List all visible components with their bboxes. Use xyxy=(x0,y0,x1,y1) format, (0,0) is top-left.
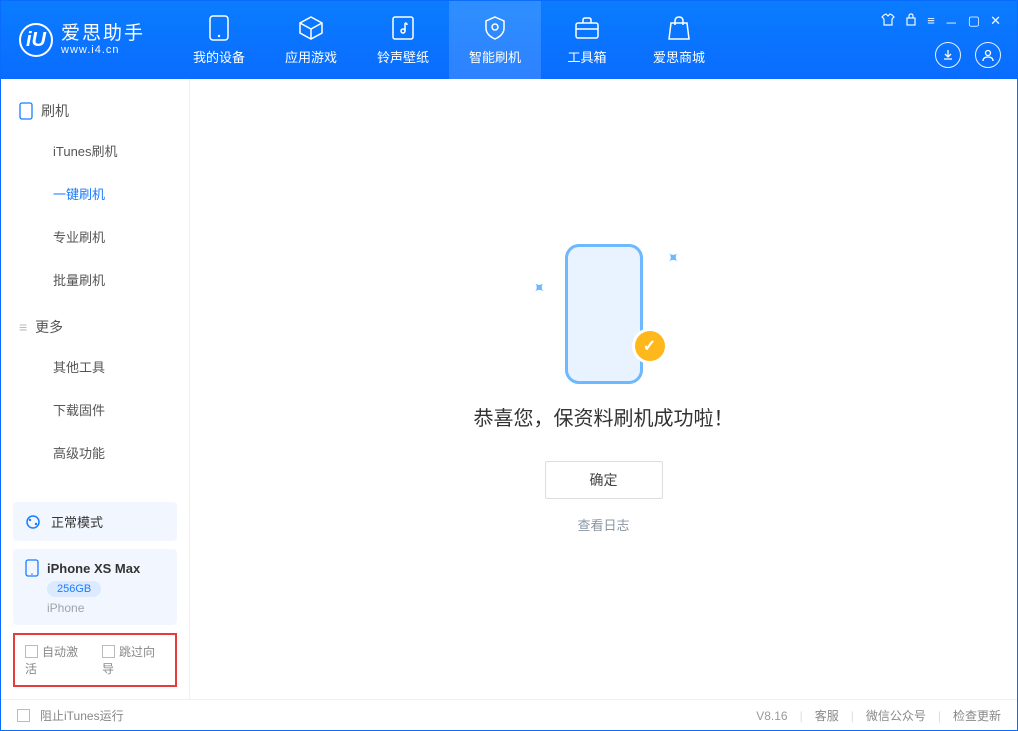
footer-link-update[interactable]: 检查更新 xyxy=(953,707,1001,724)
success-message: 恭喜您，保资料刷机成功啦！ xyxy=(474,402,734,431)
close-button[interactable]: ✕ xyxy=(990,13,1001,32)
block-itunes-checkbox[interactable]: 阻止iTunes运行 xyxy=(17,707,124,724)
highlighted-checks-row: 自动激活 跳过向导 xyxy=(13,633,177,687)
tab-toolbox[interactable]: 工具箱 xyxy=(541,1,633,79)
phone-icon xyxy=(206,15,232,41)
version-label: V8.16 xyxy=(756,709,787,723)
user-icon[interactable] xyxy=(975,42,1001,68)
tab-label: 爱思商城 xyxy=(653,47,705,66)
app-subtitle: www.i4.cn xyxy=(61,44,145,56)
footer-link-support[interactable]: 客服 xyxy=(815,707,839,724)
footer-right: V8.16 | 客服 | 微信公众号 | 检查更新 xyxy=(756,707,1001,724)
ok-button[interactable]: 确定 xyxy=(545,461,663,499)
mode-label: 正常模式 xyxy=(51,512,103,531)
briefcase-icon xyxy=(574,15,600,41)
group-title: 刷机 xyxy=(41,101,69,121)
header-action-icons xyxy=(935,42,1001,68)
sidebar-item-oneclick-flash[interactable]: 一键刷机 xyxy=(1,172,189,215)
bag-icon xyxy=(666,15,692,41)
tab-label: 应用游戏 xyxy=(285,47,337,66)
tab-smart-flash[interactable]: 智能刷机 xyxy=(449,1,541,79)
app-header: iU 爱思助手 www.i4.cn 我的设备 应用游戏 铃声壁纸 智能刷机 工具… xyxy=(1,1,1017,79)
titlebar-controls: ≡ － ▢ ✕ xyxy=(881,13,1001,32)
list-icon: ≡ xyxy=(19,319,27,335)
cube-icon xyxy=(298,15,324,41)
nav-tabs: 我的设备 应用游戏 铃声壁纸 智能刷机 工具箱 爱思商城 xyxy=(173,1,725,79)
app-title: 爱思助手 xyxy=(61,24,145,45)
logo-area: iU 爱思助手 www.i4.cn xyxy=(1,23,163,57)
header-right: ≡ － ▢ ✕ xyxy=(881,1,1017,79)
sidebar-item-other-tools[interactable]: 其他工具 xyxy=(1,345,189,388)
sparkle-icon: ✦ xyxy=(526,276,550,300)
group-title: 更多 xyxy=(35,317,63,337)
logo-text: 爱思助手 www.i4.cn xyxy=(61,24,145,57)
checkbox-icon xyxy=(25,645,38,658)
checkbox-icon xyxy=(17,709,30,722)
lock-icon[interactable] xyxy=(905,13,917,32)
main-content: ✦ ✦ ✓ 恭喜您，保资料刷机成功啦！ 确定 查看日志 xyxy=(190,79,1017,699)
view-log-link[interactable]: 查看日志 xyxy=(577,515,629,534)
tshirt-icon[interactable] xyxy=(881,13,895,32)
tab-label: 智能刷机 xyxy=(469,47,521,66)
sidebar-group-flash: 刷机 xyxy=(1,93,189,129)
device-name: iPhone XS Max xyxy=(47,561,140,576)
tab-label: 我的设备 xyxy=(193,47,245,66)
footer: 阻止iTunes运行 V8.16 | 客服 | 微信公众号 | 检查更新 xyxy=(1,699,1017,731)
tab-label: 工具箱 xyxy=(568,47,607,66)
tab-label: 铃声壁纸 xyxy=(377,47,429,66)
body-wrap: 刷机 iTunes刷机 一键刷机 专业刷机 批量刷机 ≡ 更多 其他工具 下载固… xyxy=(1,79,1017,699)
download-icon[interactable] xyxy=(935,42,961,68)
maximize-button[interactable]: ▢ xyxy=(968,13,980,32)
tab-store[interactable]: 爱思商城 xyxy=(633,1,725,79)
capacity-badge: 256GB xyxy=(47,581,101,597)
skip-wizard-checkbox[interactable]: 跳过向导 xyxy=(102,643,165,677)
music-note-icon xyxy=(390,15,416,41)
checkmark-badge-icon: ✓ xyxy=(632,328,668,364)
device-mode-row[interactable]: 正常模式 xyxy=(13,502,177,541)
shield-gear-icon xyxy=(482,15,508,41)
tab-apps-games[interactable]: 应用游戏 xyxy=(265,1,357,79)
checkbox-icon xyxy=(102,645,115,658)
device-type: iPhone xyxy=(25,601,84,615)
success-illustration: ✦ ✦ ✓ xyxy=(534,244,674,384)
sidebar-group-more: ≡ 更多 xyxy=(1,309,189,345)
sidebar-item-download-firmware[interactable]: 下载固件 xyxy=(1,388,189,431)
sidebar-item-advanced[interactable]: 高级功能 xyxy=(1,431,189,474)
sidebar-item-itunes-flash[interactable]: iTunes刷机 xyxy=(1,129,189,172)
minimize-button[interactable]: － xyxy=(945,13,958,32)
device-info-row[interactable]: iPhone XS Max 256GB iPhone xyxy=(13,549,177,625)
menu-icon[interactable]: ≡ xyxy=(927,13,935,32)
phone-outline-icon xyxy=(25,559,39,577)
phone-illustration-icon xyxy=(565,244,643,384)
tab-ringtones-wallpapers[interactable]: 铃声壁纸 xyxy=(357,1,449,79)
footer-link-wechat[interactable]: 微信公众号 xyxy=(866,707,926,724)
tab-my-device[interactable]: 我的设备 xyxy=(173,1,265,79)
device-panel: 正常模式 iPhone XS Max 256GB iPhone 自动激活 跳过向… xyxy=(1,494,189,699)
auto-activate-checkbox[interactable]: 自动激活 xyxy=(25,643,88,677)
app-logo-icon: iU xyxy=(19,23,53,57)
sparkle-icon: ✦ xyxy=(661,246,685,270)
sidebar-item-batch-flash[interactable]: 批量刷机 xyxy=(1,258,189,301)
sidebar-item-pro-flash[interactable]: 专业刷机 xyxy=(1,215,189,258)
device-small-icon xyxy=(19,102,33,120)
sidebar: 刷机 iTunes刷机 一键刷机 专业刷机 批量刷机 ≡ 更多 其他工具 下载固… xyxy=(1,79,190,699)
mode-icon xyxy=(25,514,41,530)
